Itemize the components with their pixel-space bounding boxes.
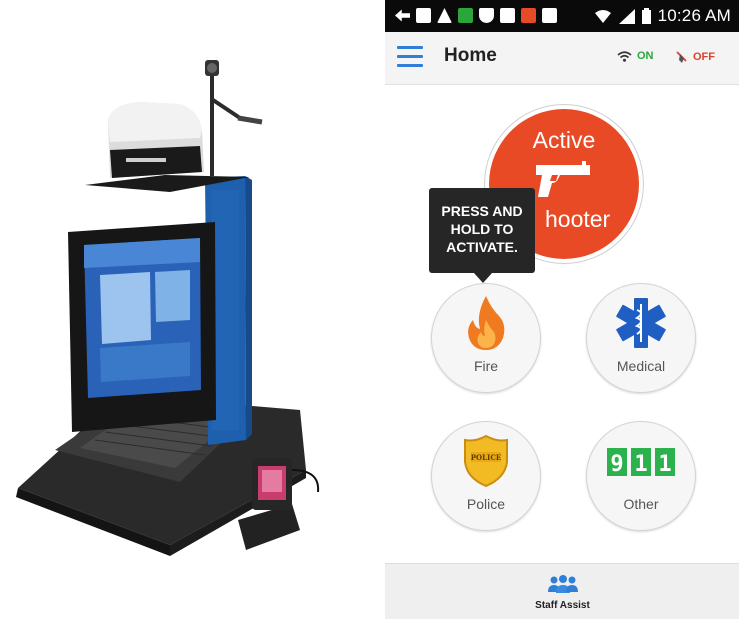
medical-label: Medical	[616, 358, 666, 374]
police-label: Police	[466, 496, 506, 512]
active-shooter-label-bottom: hooter	[545, 206, 611, 232]
panic-button-icon	[676, 51, 687, 63]
police-badge-icon: POLICE	[464, 434, 508, 488]
mail-icon	[542, 8, 557, 23]
phone-screen: 10:26 AM Home ON OFF Active hooter PRESS…	[385, 0, 739, 619]
battery-icon	[641, 8, 651, 24]
chat-icon	[458, 8, 473, 23]
app-bar: Home ON OFF	[385, 32, 739, 85]
page-title: Home	[444, 45, 497, 66]
staff-assist-label: Staff Assist	[535, 600, 590, 611]
active-shooter-label-top: Active	[532, 127, 596, 153]
bottom-bar: Staff Assist	[385, 563, 739, 619]
wifi-status-label: ON	[637, 50, 654, 62]
tooltip-line-3: ACTIVATE.	[446, 239, 518, 255]
alert-icon	[521, 8, 536, 23]
back-icon	[395, 9, 410, 22]
staff-group-icon	[548, 575, 578, 593]
flame-icon	[468, 296, 505, 350]
signal-icon	[618, 8, 635, 24]
panic-status[interactable]: OFF	[675, 50, 715, 64]
other-label: Other	[623, 496, 659, 512]
digit-2: 1	[634, 452, 647, 477]
press-hold-tooltip: PRESS AND HOLD TO ACTIVATE.	[429, 188, 535, 283]
medical-button[interactable]: Medical	[586, 283, 696, 393]
wifi-icon	[617, 50, 632, 62]
star-of-life-icon	[616, 298, 666, 348]
digit-3: 1	[658, 452, 671, 477]
staff-assist-button[interactable]: Staff Assist	[525, 572, 600, 616]
warning-icon	[437, 8, 452, 23]
police-button[interactable]: POLICE Police	[431, 421, 541, 531]
notification-icons	[395, 8, 557, 23]
status-bar: 10:26 AM	[385, 0, 739, 32]
status-time: 10:26 AM	[657, 6, 731, 25]
digit-1: 9	[610, 452, 623, 477]
panic-status-label: OFF	[693, 51, 715, 63]
other-button[interactable]: 9 1 1 Other	[586, 421, 696, 531]
shield-icon	[479, 8, 494, 23]
image-icon	[416, 8, 431, 23]
911-icon: 9 1 1	[607, 448, 675, 477]
gun-icon	[536, 161, 590, 197]
card-icon	[500, 8, 515, 23]
fire-label: Fire	[473, 358, 499, 374]
kiosk-photo	[16, 60, 320, 556]
wifi-status[interactable]: ON	[617, 50, 654, 62]
tooltip-line-2: HOLD TO	[450, 221, 514, 237]
menu-icon[interactable]	[397, 46, 423, 68]
tooltip-line-1: PRESS AND	[441, 203, 523, 219]
fire-button[interactable]: Fire	[431, 283, 541, 393]
wifi-icon	[594, 9, 611, 23]
police-badge-text: POLICE	[471, 453, 501, 462]
emergency-grid: Active hooter PRESS AND HOLD TO ACTIVATE…	[385, 85, 739, 563]
